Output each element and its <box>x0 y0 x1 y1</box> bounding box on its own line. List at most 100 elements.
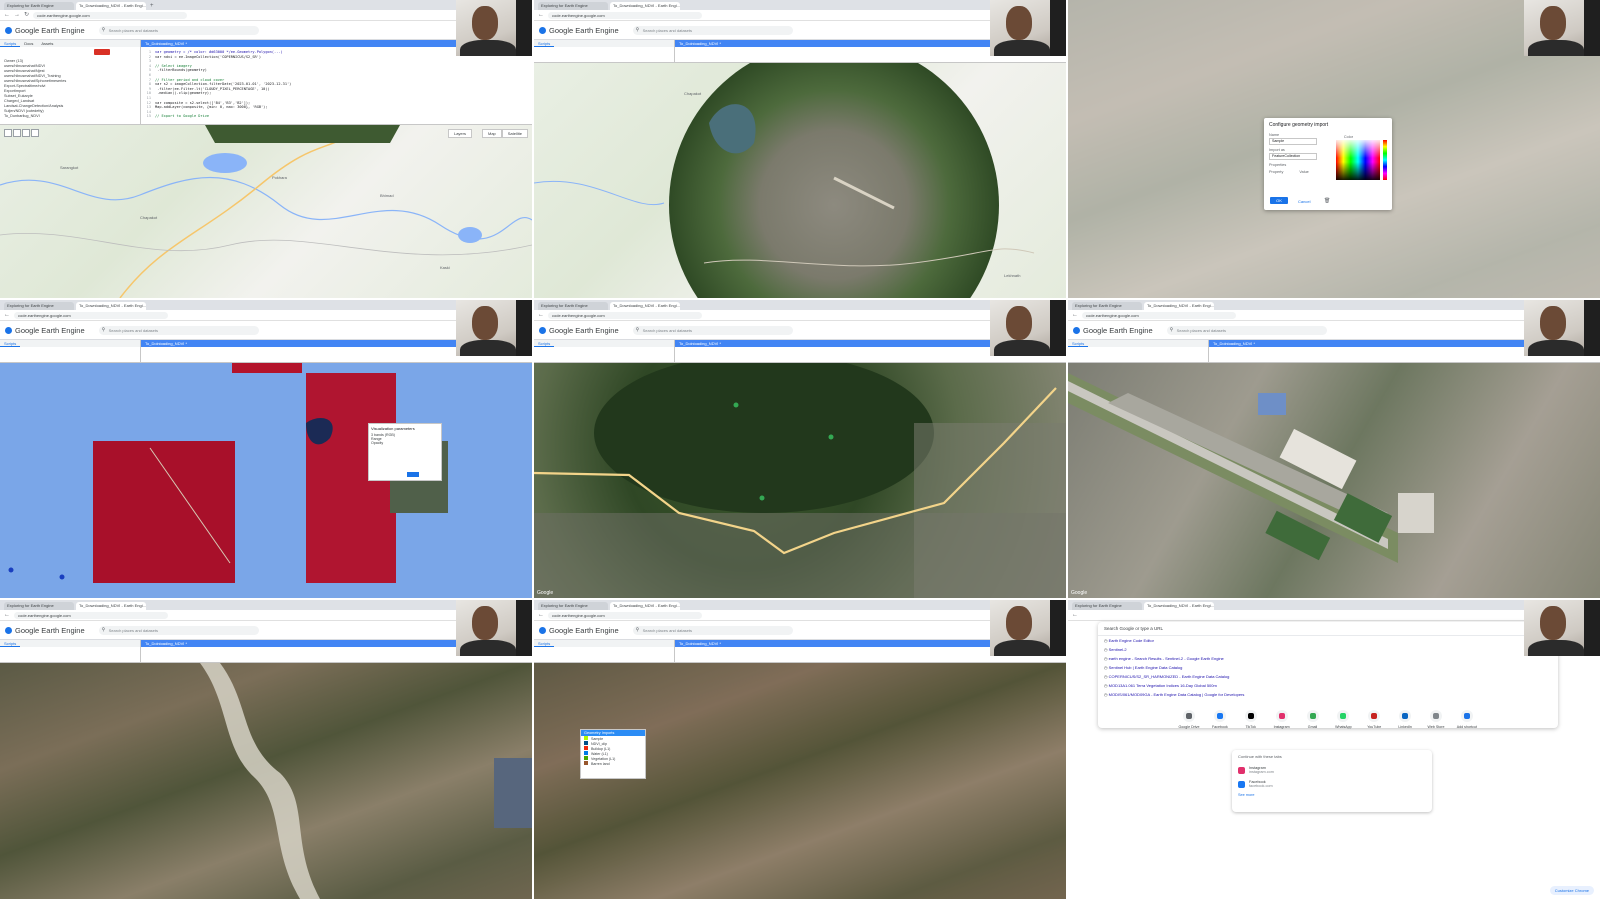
browser-tab-active[interactable]: To_Downloading_NDVI - Earth Engi... <box>610 602 680 610</box>
code-lines[interactable]: 1 var geometry = /* color: #d63000 */ee.G… <box>141 47 532 119</box>
back-icon[interactable]: ← <box>538 610 544 620</box>
url-field[interactable]: code.earthengine.google.com <box>548 311 702 319</box>
browser-tab[interactable]: Exploring for Earth Engine <box>4 2 74 10</box>
url-field[interactable]: code.earthengine.google.com <box>548 11 702 19</box>
back-icon[interactable]: ← <box>4 10 10 20</box>
code-text: var ndvi = ee.ImageCollection('COPERNICU… <box>155 54 262 59</box>
search-result[interactable]: ◷ earth engine - Search Results - Sentin… <box>1098 654 1558 663</box>
browser-tab-active[interactable]: To_Downloading_NDVI - Earth Engi... <box>1144 302 1214 310</box>
search-result[interactable]: ◷ COPERNICUS/S2_SR_HARMONIZED - Earth En… <box>1098 672 1558 681</box>
map-canvas[interactable]: Google <box>534 363 1066 598</box>
search-input[interactable]: ⚲ Search places and datasets <box>632 325 793 335</box>
search-result[interactable]: ◷ MODIS/061/MOD09GA - Earth Engine Data … <box>1098 690 1558 699</box>
browser-tab[interactable]: Exploring for Earth Engine <box>1072 302 1142 310</box>
browser-tab[interactable]: Exploring for Earth Engine <box>4 602 74 610</box>
name-field[interactable]: Sample <box>1269 138 1317 145</box>
back-icon[interactable]: ← <box>538 10 544 20</box>
search-input[interactable]: ⚲ Search places and datasets <box>98 625 259 635</box>
url-field[interactable]: code.earthengine.google.com <box>1082 311 1236 319</box>
tab-scripts[interactable]: Scripts <box>534 640 555 647</box>
search-input[interactable]: ⚲ Search places and datasets <box>98 325 259 335</box>
hand-tool-icon[interactable] <box>4 129 12 137</box>
back-icon[interactable]: ← <box>538 310 544 320</box>
satellite-button[interactable]: Satellite <box>501 129 528 138</box>
ok-button[interactable]: OK <box>1270 197 1288 204</box>
omnibox-query[interactable]: Search Google or type a URL <box>1098 622 1558 636</box>
see-more-link[interactable]: See more <box>1232 791 1432 799</box>
tab-scripts[interactable]: Scripts <box>1068 340 1089 347</box>
browser-tab-active[interactable]: To_Downloading_NDVI - Earth Engi... <box>76 602 146 610</box>
shortcut-tile[interactable]: Instagram <box>1271 710 1293 729</box>
browser-tab[interactable]: Exploring for Earth Engine <box>1072 602 1142 610</box>
search-input[interactable]: ⚲ Search places and datasets <box>1166 325 1327 335</box>
shortcut-tile[interactable]: Facebook <box>1209 710 1231 729</box>
map-canvas[interactable]: Layers Map Satellite Pokhara Chapakot Bh… <box>0 125 532 298</box>
import-as-select[interactable]: FeatureCollection <box>1269 153 1317 160</box>
search-result[interactable]: ◷ Sentinel-2 <box>1098 645 1558 654</box>
new-tab-icon[interactable]: + <box>148 2 156 10</box>
browser-tab[interactable]: Exploring for Earth Engine <box>538 2 608 10</box>
search-input[interactable]: ⚲ Search places and datasets <box>632 25 793 35</box>
shortcut-tile[interactable]: Google Drive <box>1178 710 1200 729</box>
shortcut-tile[interactable]: Web Store <box>1425 710 1447 729</box>
map-canvas[interactable]: Visualization parameters 3 bands (RGB) R… <box>0 363 532 598</box>
back-icon[interactable]: ← <box>1072 610 1078 620</box>
map-button[interactable]: Map <box>481 129 502 138</box>
tab-scripts[interactable]: Scripts <box>0 40 21 47</box>
search-result[interactable]: ◷ Earth Engine Code Editor <box>1098 636 1558 645</box>
browser-tab-active[interactable]: To_Downloading_NDVI - Earth Engi... <box>610 302 680 310</box>
tree-item[interactable]: To_Dunbarilug_NDVI <box>4 114 136 119</box>
tab-docs[interactable]: Docs <box>20 40 37 47</box>
point-tool-icon[interactable] <box>13 129 21 137</box>
search-input[interactable]: ⚲ Search places and datasets <box>632 625 793 635</box>
back-icon[interactable]: ← <box>4 310 10 320</box>
browser-tab[interactable]: Exploring for Earth Engine <box>538 602 608 610</box>
configure-geometry-dialog: Configure geometry import Name Sample Im… <box>1264 118 1392 210</box>
line-tool-icon[interactable] <box>22 129 30 137</box>
tab-scripts[interactable]: Scripts <box>534 40 555 47</box>
browser-tab-active[interactable]: To_Downloading_NDVI - Earth Engi... <box>610 2 680 10</box>
map-canvas[interactable] <box>0 663 532 899</box>
search-result[interactable]: ◷ MOD13A1.061 Terra Vegetation Indices 1… <box>1098 681 1558 690</box>
url-field[interactable]: code.earthengine.google.com <box>33 11 188 19</box>
tab-assets[interactable]: Assets <box>37 40 57 47</box>
url-field[interactable]: code.earthengine.google.com <box>14 611 168 619</box>
shortcut-tile[interactable]: TikTok <box>1240 710 1262 729</box>
shortcut-tile[interactable]: YouTube <box>1363 710 1385 729</box>
browser-tab-active[interactable]: To_Downloading_NDVI - Earth Engi... <box>76 302 146 310</box>
hue-slider[interactable] <box>1383 140 1387 180</box>
shortcut-tile[interactable]: Add shortcut <box>1456 710 1478 729</box>
back-icon[interactable]: ← <box>4 610 10 620</box>
geometry-import-item[interactable]: Barren land <box>581 761 645 766</box>
shortcut-tile[interactable]: WhatsApp <box>1332 710 1354 729</box>
back-icon[interactable]: ← <box>1072 310 1078 320</box>
search-input[interactable]: ⚲ Search places and datasets <box>98 25 259 35</box>
browser-tab[interactable]: Exploring for Earth Engine <box>538 302 608 310</box>
browser-tab[interactable]: Exploring for Earth Engine <box>4 302 74 310</box>
tab-card-item[interactable]: Facebook facebook.com <box>1232 777 1432 791</box>
tab-scripts[interactable]: Scripts <box>0 640 21 647</box>
tab-scripts[interactable]: Scripts <box>0 340 21 347</box>
tab-scripts[interactable]: Scripts <box>534 340 555 347</box>
map-canvas[interactable]: Geometry Imports Sample NDVI_clip Buildup … <box>534 663 1066 899</box>
shortcut-tile[interactable]: Gmail <box>1302 710 1324 729</box>
color-picker[interactable] <box>1336 140 1380 180</box>
shortcut-tile[interactable]: LinkedIn <box>1394 710 1416 729</box>
tab-card-item[interactable]: Instagram instagram.com <box>1232 763 1432 777</box>
reload-icon[interactable]: ↻ <box>24 10 29 20</box>
url-field[interactable]: code.earthengine.google.com <box>548 611 702 619</box>
browser-tab-active[interactable]: To_Downloading_NDVI - Earth Engi... <box>76 2 146 10</box>
browser-tab-active[interactable]: To_Downloading_NDVI - Earth Engi... <box>1144 602 1214 610</box>
cancel-button[interactable]: Cancel <box>1298 199 1310 204</box>
customize-chrome-button[interactable]: Customize Chrome <box>1549 886 1594 895</box>
map-canvas[interactable]: Google <box>1068 363 1600 598</box>
apply-button[interactable] <box>407 472 419 477</box>
layers-button[interactable]: Layers <box>447 129 472 138</box>
url-field[interactable]: code.earthengine.google.com <box>14 311 168 319</box>
new-script-button[interactable] <box>94 49 110 55</box>
map-canvas[interactable]: Chapakot Lekhnath <box>534 63 1066 298</box>
forward-icon[interactable]: → <box>14 10 20 20</box>
search-result[interactable]: ◷ Sentinel Hub | Earth Engine Data Catal… <box>1098 663 1558 672</box>
trash-icon[interactable]: 🗑 <box>1324 198 1330 204</box>
polygon-tool-icon[interactable] <box>31 129 39 137</box>
